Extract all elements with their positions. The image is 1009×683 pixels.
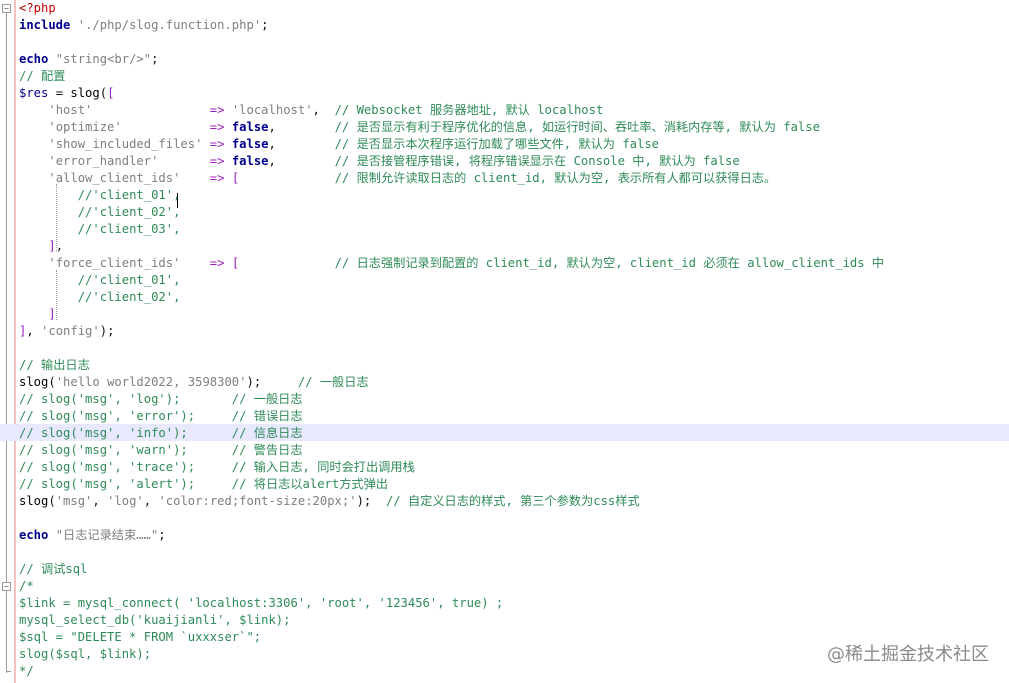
code-line[interactable]: ], bbox=[19, 238, 63, 255]
fold-toggle-php[interactable]: − bbox=[2, 4, 11, 13]
code-line[interactable]: $res = slog([ bbox=[19, 85, 114, 102]
fold-end-mark bbox=[6, 671, 11, 672]
code-line[interactable]: 'show_included_files' => false, // 是否显示本… bbox=[19, 136, 659, 153]
text-cursor bbox=[177, 193, 178, 208]
code-line[interactable]: // slog('msg', 'alert'); // 将日志以alert方式弹… bbox=[19, 476, 388, 493]
watermark: @稀土掘金技术社区 bbox=[827, 644, 989, 665]
code-line[interactable]: //'client_02', bbox=[19, 289, 181, 306]
code-line[interactable]: <?php bbox=[19, 0, 56, 17]
code-line[interactable]: // slog('msg', 'trace'); // 输入日志, 同时会打出调… bbox=[19, 459, 415, 476]
code-line[interactable]: echo "日志记录结束……"; bbox=[19, 527, 166, 544]
fold-gutter: − − bbox=[0, 0, 14, 683]
code-line[interactable]: include './php/slog.function.php'; bbox=[19, 17, 269, 34]
code-line[interactable]: // slog('msg', 'info'); // 信息日志 bbox=[19, 425, 303, 442]
code-line[interactable]: //'client_01', bbox=[19, 187, 181, 204]
code-line[interactable]: 'host' => 'localhost', // Websocket 服务器地… bbox=[19, 102, 603, 119]
code-line[interactable]: ] bbox=[19, 306, 55, 323]
code-line[interactable]: // slog('msg', 'log'); // 一般日志 bbox=[19, 391, 303, 408]
fold-toggle-comment[interactable]: − bbox=[2, 582, 11, 591]
code-line[interactable]: ], 'config'); bbox=[19, 323, 114, 340]
code-editor[interactable]: − − <?php include './php/slog.function.ph… bbox=[0, 0, 1009, 683]
code-line[interactable]: 'allow_client_ids' => [ // 限制允许读取日志的 cli… bbox=[19, 170, 776, 187]
code-line[interactable]: // 调试sql bbox=[19, 561, 87, 578]
code-line[interactable]: mysql_select_db('kuaijianli', $link); bbox=[19, 612, 291, 629]
code-line[interactable]: //'client_01', bbox=[19, 272, 181, 289]
code-line[interactable]: slog($sql, $link); bbox=[19, 646, 151, 663]
code-line[interactable]: /* bbox=[19, 578, 34, 595]
code-line[interactable]: slog('msg', 'log', 'color:red;font-size:… bbox=[19, 493, 640, 510]
code-line[interactable]: //'client_03', bbox=[19, 221, 181, 238]
fold-guide bbox=[6, 13, 7, 673]
code-line[interactable]: $sql = "DELETE * FROM `uxxxser`"; bbox=[19, 629, 261, 646]
code-line[interactable]: // 配置 bbox=[19, 68, 65, 85]
code-line[interactable]: // slog('msg', 'warn'); // 警告日志 bbox=[19, 442, 303, 459]
code-line[interactable]: // 输出日志 bbox=[19, 357, 90, 374]
code-line[interactable]: // slog('msg', 'error'); // 错误日志 bbox=[19, 408, 303, 425]
code-line[interactable]: 'error_handler' => false, // 是否接管程序错误, 将… bbox=[19, 153, 739, 170]
code-line[interactable]: slog('hello world2022, 3598300'); // 一般日… bbox=[19, 374, 369, 391]
code-line[interactable]: */ bbox=[19, 663, 34, 680]
code-line[interactable]: //'client_02', bbox=[19, 204, 181, 221]
code-line[interactable]: $link = mysql_connect( 'localhost:3306',… bbox=[19, 595, 503, 612]
code-line[interactable]: 'force_client_ids' => [ // 日志强制记录到配置的 cl… bbox=[19, 255, 884, 272]
margin-marker bbox=[14, 0, 16, 683]
code-line[interactable]: 'optimize' => false, // 是否显示有利于程序优化的信息, … bbox=[19, 119, 820, 136]
code-line[interactable]: echo "string<br/>"; bbox=[19, 51, 158, 68]
